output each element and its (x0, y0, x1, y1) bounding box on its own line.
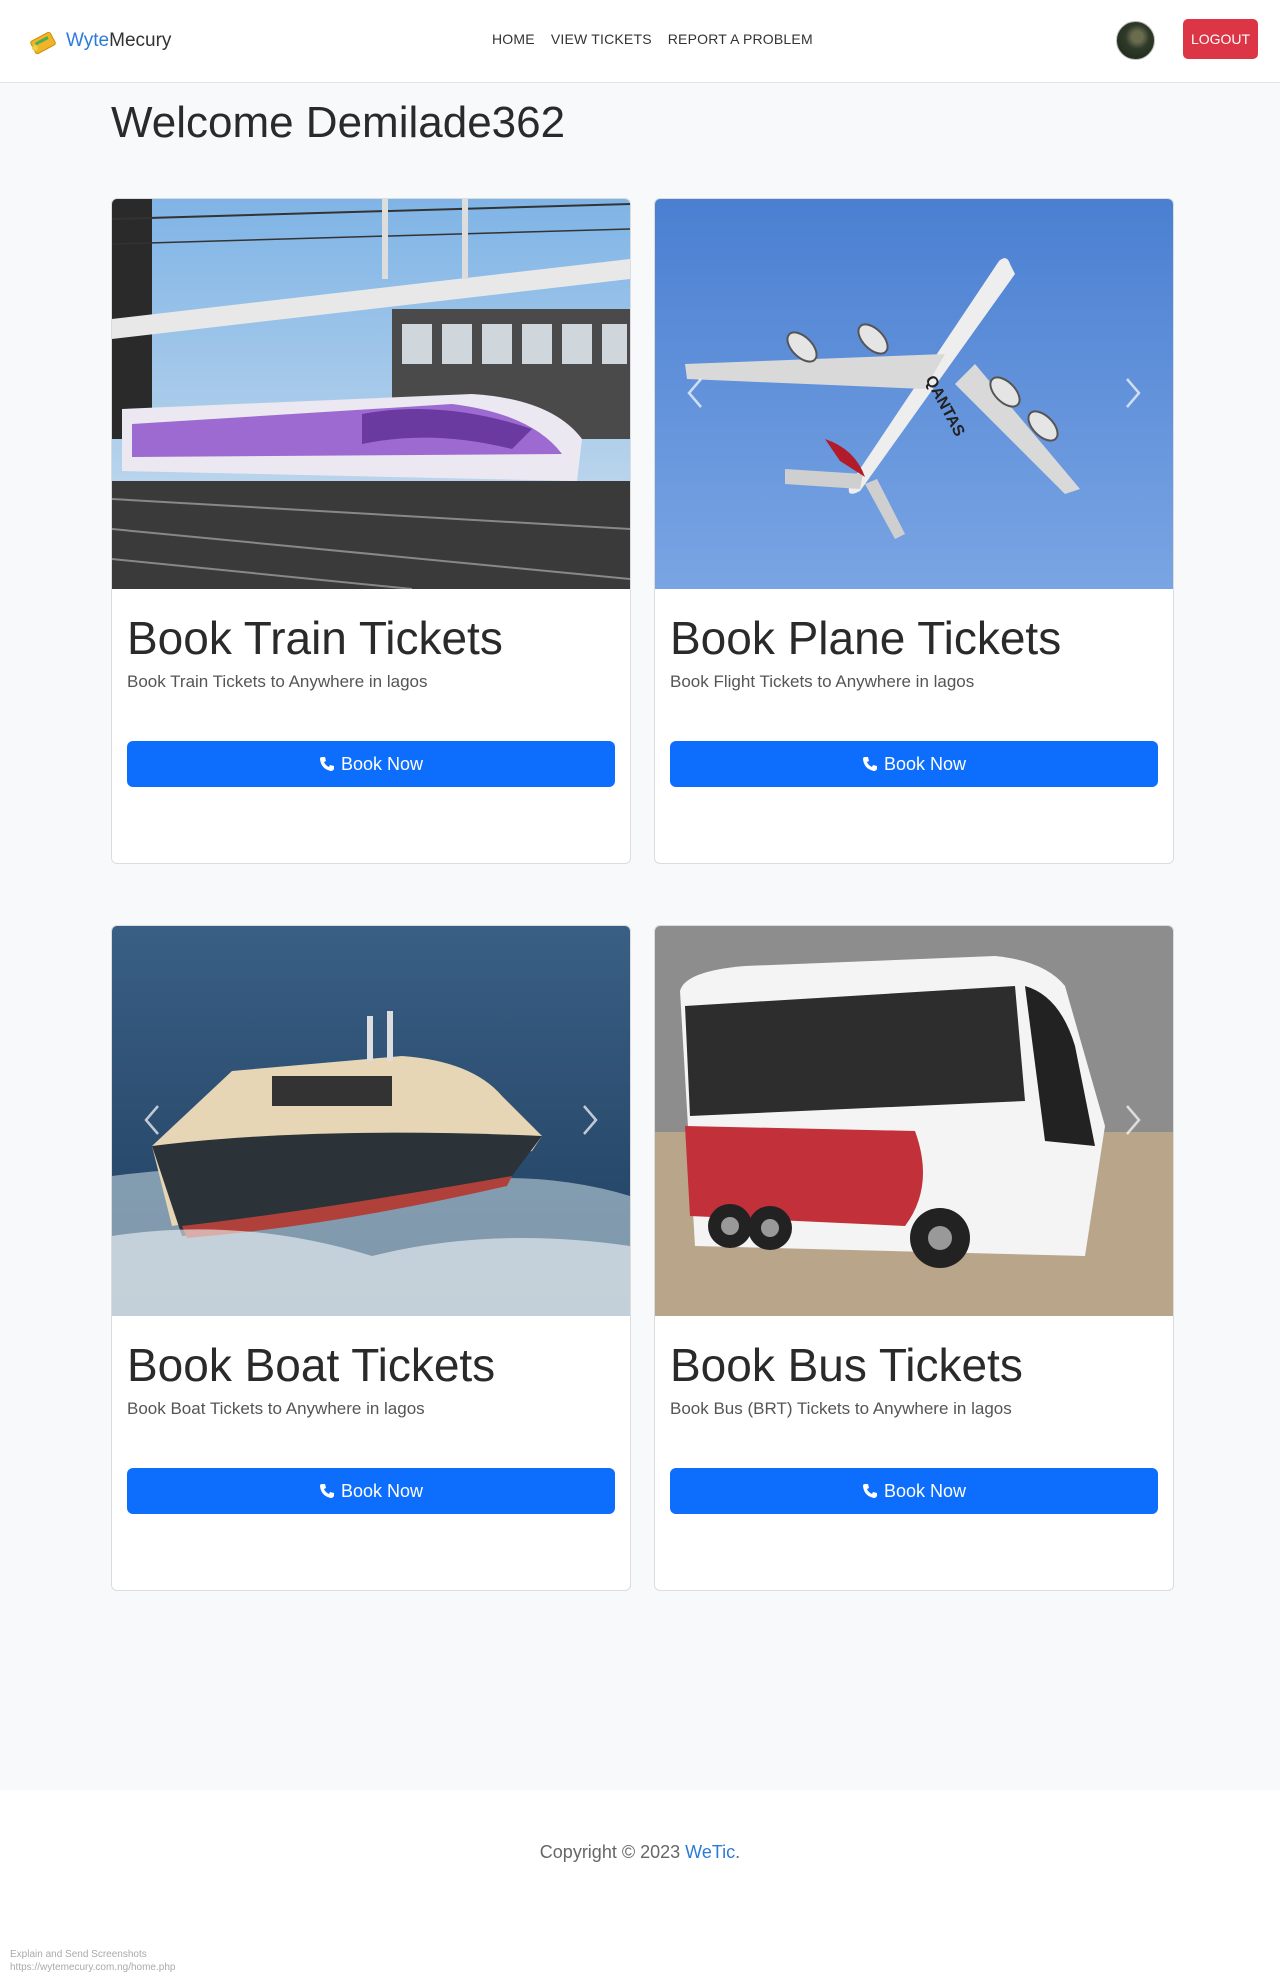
book-now-label: Book Now (340, 753, 424, 774)
card-text: Book Bus (BRT) Tickets to Anywhere in la… (670, 1399, 1012, 1418)
bus-photo (655, 926, 1173, 1316)
plane-card: QANTAS Book Plane Tickets Book Flight Ti… (654, 198, 1174, 864)
phone-icon (319, 757, 334, 771)
navbar: WyteMecury HOME VIEW TICKETS REPORT A PR… (0, 0, 1280, 83)
book-now-button[interactable]: Book Now (670, 1468, 1158, 1514)
carousel-next-icon[interactable] (1123, 1102, 1143, 1138)
phone-icon (862, 1484, 877, 1498)
nav-view-tickets-link[interactable]: VIEW TICKETS (551, 31, 652, 47)
carousel-next-icon[interactable] (1123, 375, 1143, 411)
phone-icon (862, 757, 877, 771)
train-card: Book Train Tickets Book Train Tickets to… (111, 198, 631, 864)
card-text: Book Train Tickets to Anywhere in lagos (127, 672, 428, 691)
boat-card: Book Boat Tickets Book Boat Tickets to A… (111, 925, 631, 1591)
nav-report-problem-link[interactable]: REPORT A PROBLEM (668, 31, 813, 47)
copyright-text: Copyright © 2023 WeTic. (539, 1842, 741, 1862)
carousel-next-icon[interactable] (580, 1102, 600, 1138)
footer-brand-link[interactable]: WeTic (685, 1842, 735, 1862)
screenshot-watermark: Explain and Send Screenshots https://wyt… (10, 1948, 175, 1974)
watermark-url: https://wytemecury.com.ng/home.php (10, 1962, 176, 1973)
card-title: Book Bus Tickets (670, 1339, 1023, 1391)
logout-button[interactable]: LOGOUT (1183, 19, 1258, 59)
brand-name: WyteMecury (66, 30, 172, 51)
card-title: Book Boat Tickets (127, 1339, 496, 1391)
nav-links: HOME VIEW TICKETS REPORT A PROBLEM (492, 31, 813, 47)
book-now-label: Book Now (883, 753, 967, 774)
card-title: Book Train Tickets (127, 612, 503, 664)
welcome-heading: Welcome Demilade362 (111, 98, 566, 147)
avatar[interactable] (1116, 21, 1155, 60)
card-title: Book Plane Tickets (670, 612, 1062, 664)
bus-card: Book Bus Tickets Book Bus (BRT) Tickets … (654, 925, 1174, 1591)
plane-photo: QANTAS (655, 199, 1173, 589)
book-now-button[interactable]: Book Now (127, 741, 615, 787)
ticket-logo-icon (30, 31, 56, 55)
book-now-button[interactable]: Book Now (127, 1468, 615, 1514)
book-now-button[interactable]: Book Now (670, 741, 1158, 787)
book-now-label: Book Now (340, 1480, 424, 1501)
card-text: Book Flight Tickets to Anywhere in lagos (670, 672, 975, 691)
carousel-prev-icon[interactable] (142, 1102, 162, 1138)
train-photo (112, 199, 630, 589)
boat-photo (112, 926, 630, 1316)
brand[interactable]: WyteMecury (26, 24, 171, 58)
footer: Copyright © 2023 WeTic. (0, 1790, 1280, 1986)
nav-home-link[interactable]: HOME (492, 31, 535, 47)
card-text: Book Boat Tickets to Anywhere in lagos (127, 1399, 425, 1418)
carousel-prev-icon[interactable] (685, 375, 705, 411)
book-now-label: Book Now (883, 1480, 967, 1501)
watermark-line: Explain and Send Screenshots (10, 1949, 147, 1960)
phone-icon (319, 1484, 334, 1498)
